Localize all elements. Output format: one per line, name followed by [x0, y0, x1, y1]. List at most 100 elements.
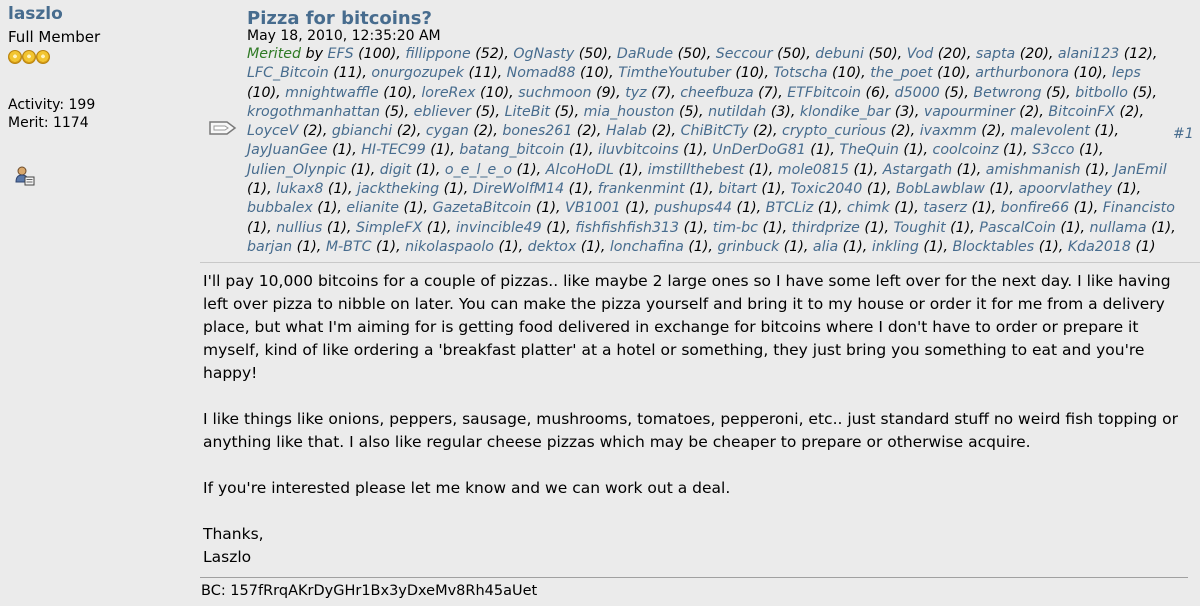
merit-user-link[interactable]: leps — [1112, 65, 1141, 81]
merit-user-link[interactable]: malevolent — [1010, 123, 1090, 139]
merit-user-link[interactable]: inkling — [872, 239, 919, 255]
merit-user-link[interactable]: fishfishfish313 — [575, 220, 679, 236]
merit-user-link[interactable]: grinbuck — [717, 239, 779, 255]
merit-user-link[interactable]: taserz — [923, 200, 967, 216]
merit-user-link[interactable]: Kda2018 — [1068, 239, 1131, 255]
merit-user-link[interactable]: nikolaspaolo — [405, 239, 494, 255]
merit-user-link[interactable]: nullama — [1090, 220, 1147, 236]
merit-user-link[interactable]: crypto_curious — [782, 123, 886, 139]
merit-user-link[interactable]: JayJuanGee — [247, 142, 328, 158]
merit-user-link[interactable]: LoyceV — [247, 123, 298, 139]
merit-user-link[interactable]: iluvbitcoins — [598, 142, 679, 158]
merit-user-link[interactable]: amishmanish — [986, 162, 1081, 178]
merit-user-link[interactable]: dektox — [528, 239, 577, 255]
merit-user-link[interactable]: TheQuin — [839, 142, 898, 158]
merit-user-link[interactable]: tyz — [625, 85, 646, 101]
merit-user-link[interactable]: mia_houston — [584, 104, 675, 120]
merit-user-link[interactable]: ebliever — [414, 104, 471, 120]
merit-user-link[interactable]: Blocktables — [952, 239, 1034, 255]
username-link[interactable]: laszlo — [8, 4, 63, 24]
merit-user-link[interactable]: klondike_bar — [800, 104, 890, 120]
merit-user-link[interactable]: nutildah — [708, 104, 766, 120]
merit-user-link[interactable]: lonchafina — [610, 239, 684, 255]
merit-user-link[interactable]: pushups44 — [654, 200, 732, 216]
merit-user-link[interactable]: bonfire66 — [1001, 200, 1069, 216]
merit-user-link[interactable]: JanEmil — [1114, 162, 1167, 178]
merit-user-link[interactable]: sapta — [976, 46, 1015, 62]
merit-user-link[interactable]: Nomad88 — [507, 65, 576, 81]
merit-user-link[interactable]: BitcoinFX — [1048, 104, 1115, 120]
merit-user-link[interactable]: elianite — [346, 200, 399, 216]
merit-user-link[interactable]: thirdprize — [792, 220, 860, 236]
merit-user-link[interactable]: lukax8 — [276, 181, 323, 197]
merit-user-link[interactable]: cheefbuza — [680, 85, 753, 101]
merit-user-link[interactable]: ChiBitCTy — [681, 123, 749, 139]
merit-user-link[interactable]: bubbalex — [247, 200, 313, 216]
merit-user-link[interactable]: OgNasty — [513, 46, 574, 62]
merit-user-link[interactable]: Vod — [907, 46, 934, 62]
merit-user-link[interactable]: tim-bc — [713, 220, 758, 236]
merit-user-link[interactable]: imstillthebest — [648, 162, 745, 178]
merit-user-link[interactable]: Julien_Olynpic — [247, 162, 346, 178]
merit-user-link[interactable]: chimk — [847, 200, 890, 216]
merit-user-link[interactable]: arthurbonora — [975, 65, 1069, 81]
merit-user-link[interactable]: batang_bitcoin — [459, 142, 564, 158]
merit-user-link[interactable]: alani123 — [1058, 46, 1119, 62]
merit-user-link[interactable]: invincible49 — [456, 220, 542, 236]
merit-user-link[interactable]: HI-TEC99 — [361, 142, 426, 158]
merit-user-link[interactable]: nullius — [276, 220, 322, 236]
merit-user-link[interactable]: DireWolfM14 — [473, 181, 564, 197]
merit-user-link[interactable]: PascalCoin — [979, 220, 1056, 236]
merit-user-link[interactable]: ivaxmm — [920, 123, 977, 139]
merit-user-link[interactable]: krogothmanhattan — [247, 104, 380, 120]
merit-user-link[interactable]: fillippone — [405, 46, 470, 62]
merit-user-link[interactable]: debuni — [815, 46, 864, 62]
merit-user-link[interactable]: alia — [813, 239, 838, 255]
merit-user-link[interactable]: Astargath — [883, 162, 952, 178]
merit-user-link[interactable]: BobLawblaw — [896, 181, 985, 197]
merit-user-link[interactable]: Toughit — [894, 220, 946, 236]
merit-user-link[interactable]: d5000 — [895, 85, 940, 101]
merit-user-link[interactable]: digit — [380, 162, 411, 178]
merit-user-link[interactable]: VB1001 — [565, 200, 621, 216]
profile-icon[interactable] — [14, 166, 36, 188]
merit-user-link[interactable]: frankenmint — [598, 181, 685, 197]
merit-user-link[interactable]: TimtheYoutuber — [618, 65, 731, 81]
merit-user-link[interactable]: LFC_Bitcoin — [247, 65, 329, 81]
merit-user-link[interactable]: onurgozupek — [371, 65, 464, 81]
merit-user-link[interactable]: AlcoHoDL — [546, 162, 614, 178]
merit-user-link[interactable]: bones261 — [502, 123, 572, 139]
merit-user-link[interactable]: Halab — [606, 123, 647, 139]
merit-user-link[interactable]: Toxic2040 — [790, 181, 862, 197]
merit-user-link[interactable]: cygan — [426, 123, 469, 139]
merit-user-link[interactable]: coolcoinz — [933, 142, 999, 158]
merit-user-link[interactable]: o_e_l_e_o — [445, 162, 512, 178]
merit-user-link[interactable]: the_poet — [870, 65, 932, 81]
merit-user-link[interactable]: Totscha — [773, 65, 827, 81]
merit-user-link[interactable]: bitart — [718, 181, 757, 197]
merit-user-link[interactable]: BTCLiz — [766, 200, 814, 216]
merit-user-link[interactable]: LiteBit — [505, 104, 550, 120]
topic-title[interactable]: Pizza for bitcoins? — [247, 8, 432, 29]
merit-user-link[interactable]: UnDerDoG81 — [712, 142, 806, 158]
merit-user-link[interactable]: apoorvlathey — [1018, 181, 1112, 197]
post-number-link[interactable]: #1 — [1173, 126, 1194, 142]
merit-user-link[interactable]: M-BTC — [326, 239, 372, 255]
merit-user-link[interactable]: DaRude — [617, 46, 673, 62]
merit-user-link[interactable]: Seccour — [716, 46, 773, 62]
merit-user-link[interactable]: suchmoon — [518, 85, 591, 101]
merit-user-link[interactable]: vapourminer — [924, 104, 1015, 120]
merit-user-link[interactable]: mnightwaffle — [285, 85, 379, 101]
merit-user-link[interactable]: GazetaBitcoin — [433, 200, 532, 216]
merit-user-link[interactable]: ETFbitcoin — [787, 85, 861, 101]
merit-user-link[interactable]: Financisto — [1103, 200, 1175, 216]
merit-user-link[interactable]: EFS — [327, 46, 353, 62]
merit-user-link[interactable]: S3cco — [1032, 142, 1074, 158]
merit-user-link[interactable]: bitbollo — [1075, 85, 1128, 101]
merit-user-link[interactable]: loreRex — [421, 85, 475, 101]
merit-user-link[interactable]: SimpleFX — [356, 220, 422, 236]
merit-user-link[interactable]: jacktheking — [357, 181, 439, 197]
merit-user-link[interactable]: barjan — [247, 239, 292, 255]
merit-user-link[interactable]: gbianchi — [332, 123, 392, 139]
merit-user-link[interactable]: mole0815 — [778, 162, 849, 178]
